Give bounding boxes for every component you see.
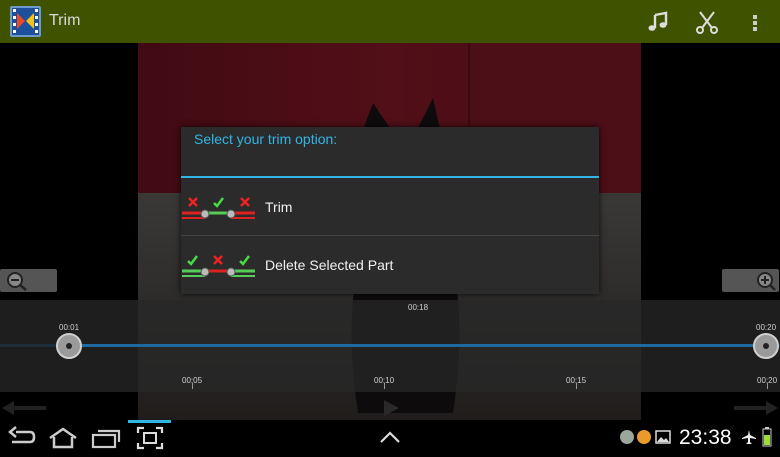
app-title: Trim	[49, 12, 81, 29]
back-icon[interactable]	[8, 426, 36, 450]
start-time-label: 00:01	[59, 323, 80, 332]
dialog-title: Select your trim option:	[194, 131, 338, 147]
delete-middle-icon	[182, 255, 255, 277]
current-time-label: 00:18	[408, 303, 429, 312]
gallery-icon	[655, 430, 671, 444]
tick-mark	[576, 383, 577, 389]
option-delete-selected-part[interactable]: Delete Selected Part	[181, 236, 599, 294]
play-icon[interactable]	[380, 398, 402, 418]
zoom-out-button[interactable]	[0, 269, 57, 292]
tick-mark	[767, 383, 768, 389]
option-delete-label: Delete Selected Part	[265, 257, 394, 273]
film-scissors-icon[interactable]	[10, 6, 41, 37]
zoom-in-button[interactable]	[722, 269, 779, 292]
status-clock: 23:38	[679, 426, 732, 449]
zoom-in-icon	[757, 272, 776, 291]
end-time-label: 00:20	[756, 323, 777, 332]
forward-arrow-icon[interactable]	[730, 398, 780, 418]
trim-option-dialog: Select your trim option: Trim Delete Sel…	[181, 127, 599, 294]
home-icon[interactable]	[47, 426, 79, 450]
zoom-out-icon	[7, 272, 27, 291]
trim-keep-middle-icon	[182, 197, 255, 219]
action-bar: Trim	[0, 0, 780, 43]
screenshot-icon[interactable]	[136, 426, 164, 450]
battery-icon	[762, 427, 772, 447]
music-note-icon[interactable]	[645, 9, 671, 35]
end-handle[interactable]	[753, 333, 779, 359]
active-indicator	[128, 420, 171, 423]
overflow-menu-icon[interactable]	[748, 9, 762, 35]
system-navigation-bar: 23:38	[0, 420, 780, 457]
option-trim[interactable]: Trim	[181, 178, 599, 236]
w-icon	[620, 430, 634, 444]
chevron-up-icon[interactable]	[379, 430, 401, 444]
airplane-icon	[742, 430, 756, 444]
scissors-icon[interactable]	[694, 9, 720, 35]
notification-icon	[637, 430, 651, 444]
tick-mark	[192, 383, 193, 389]
rewind-arrow-icon[interactable]	[0, 398, 50, 418]
start-handle[interactable]	[56, 333, 82, 359]
selected-range	[69, 344, 766, 347]
recent-apps-icon[interactable]	[91, 426, 121, 450]
option-trim-label: Trim	[265, 199, 293, 215]
tick-mark	[384, 383, 385, 389]
